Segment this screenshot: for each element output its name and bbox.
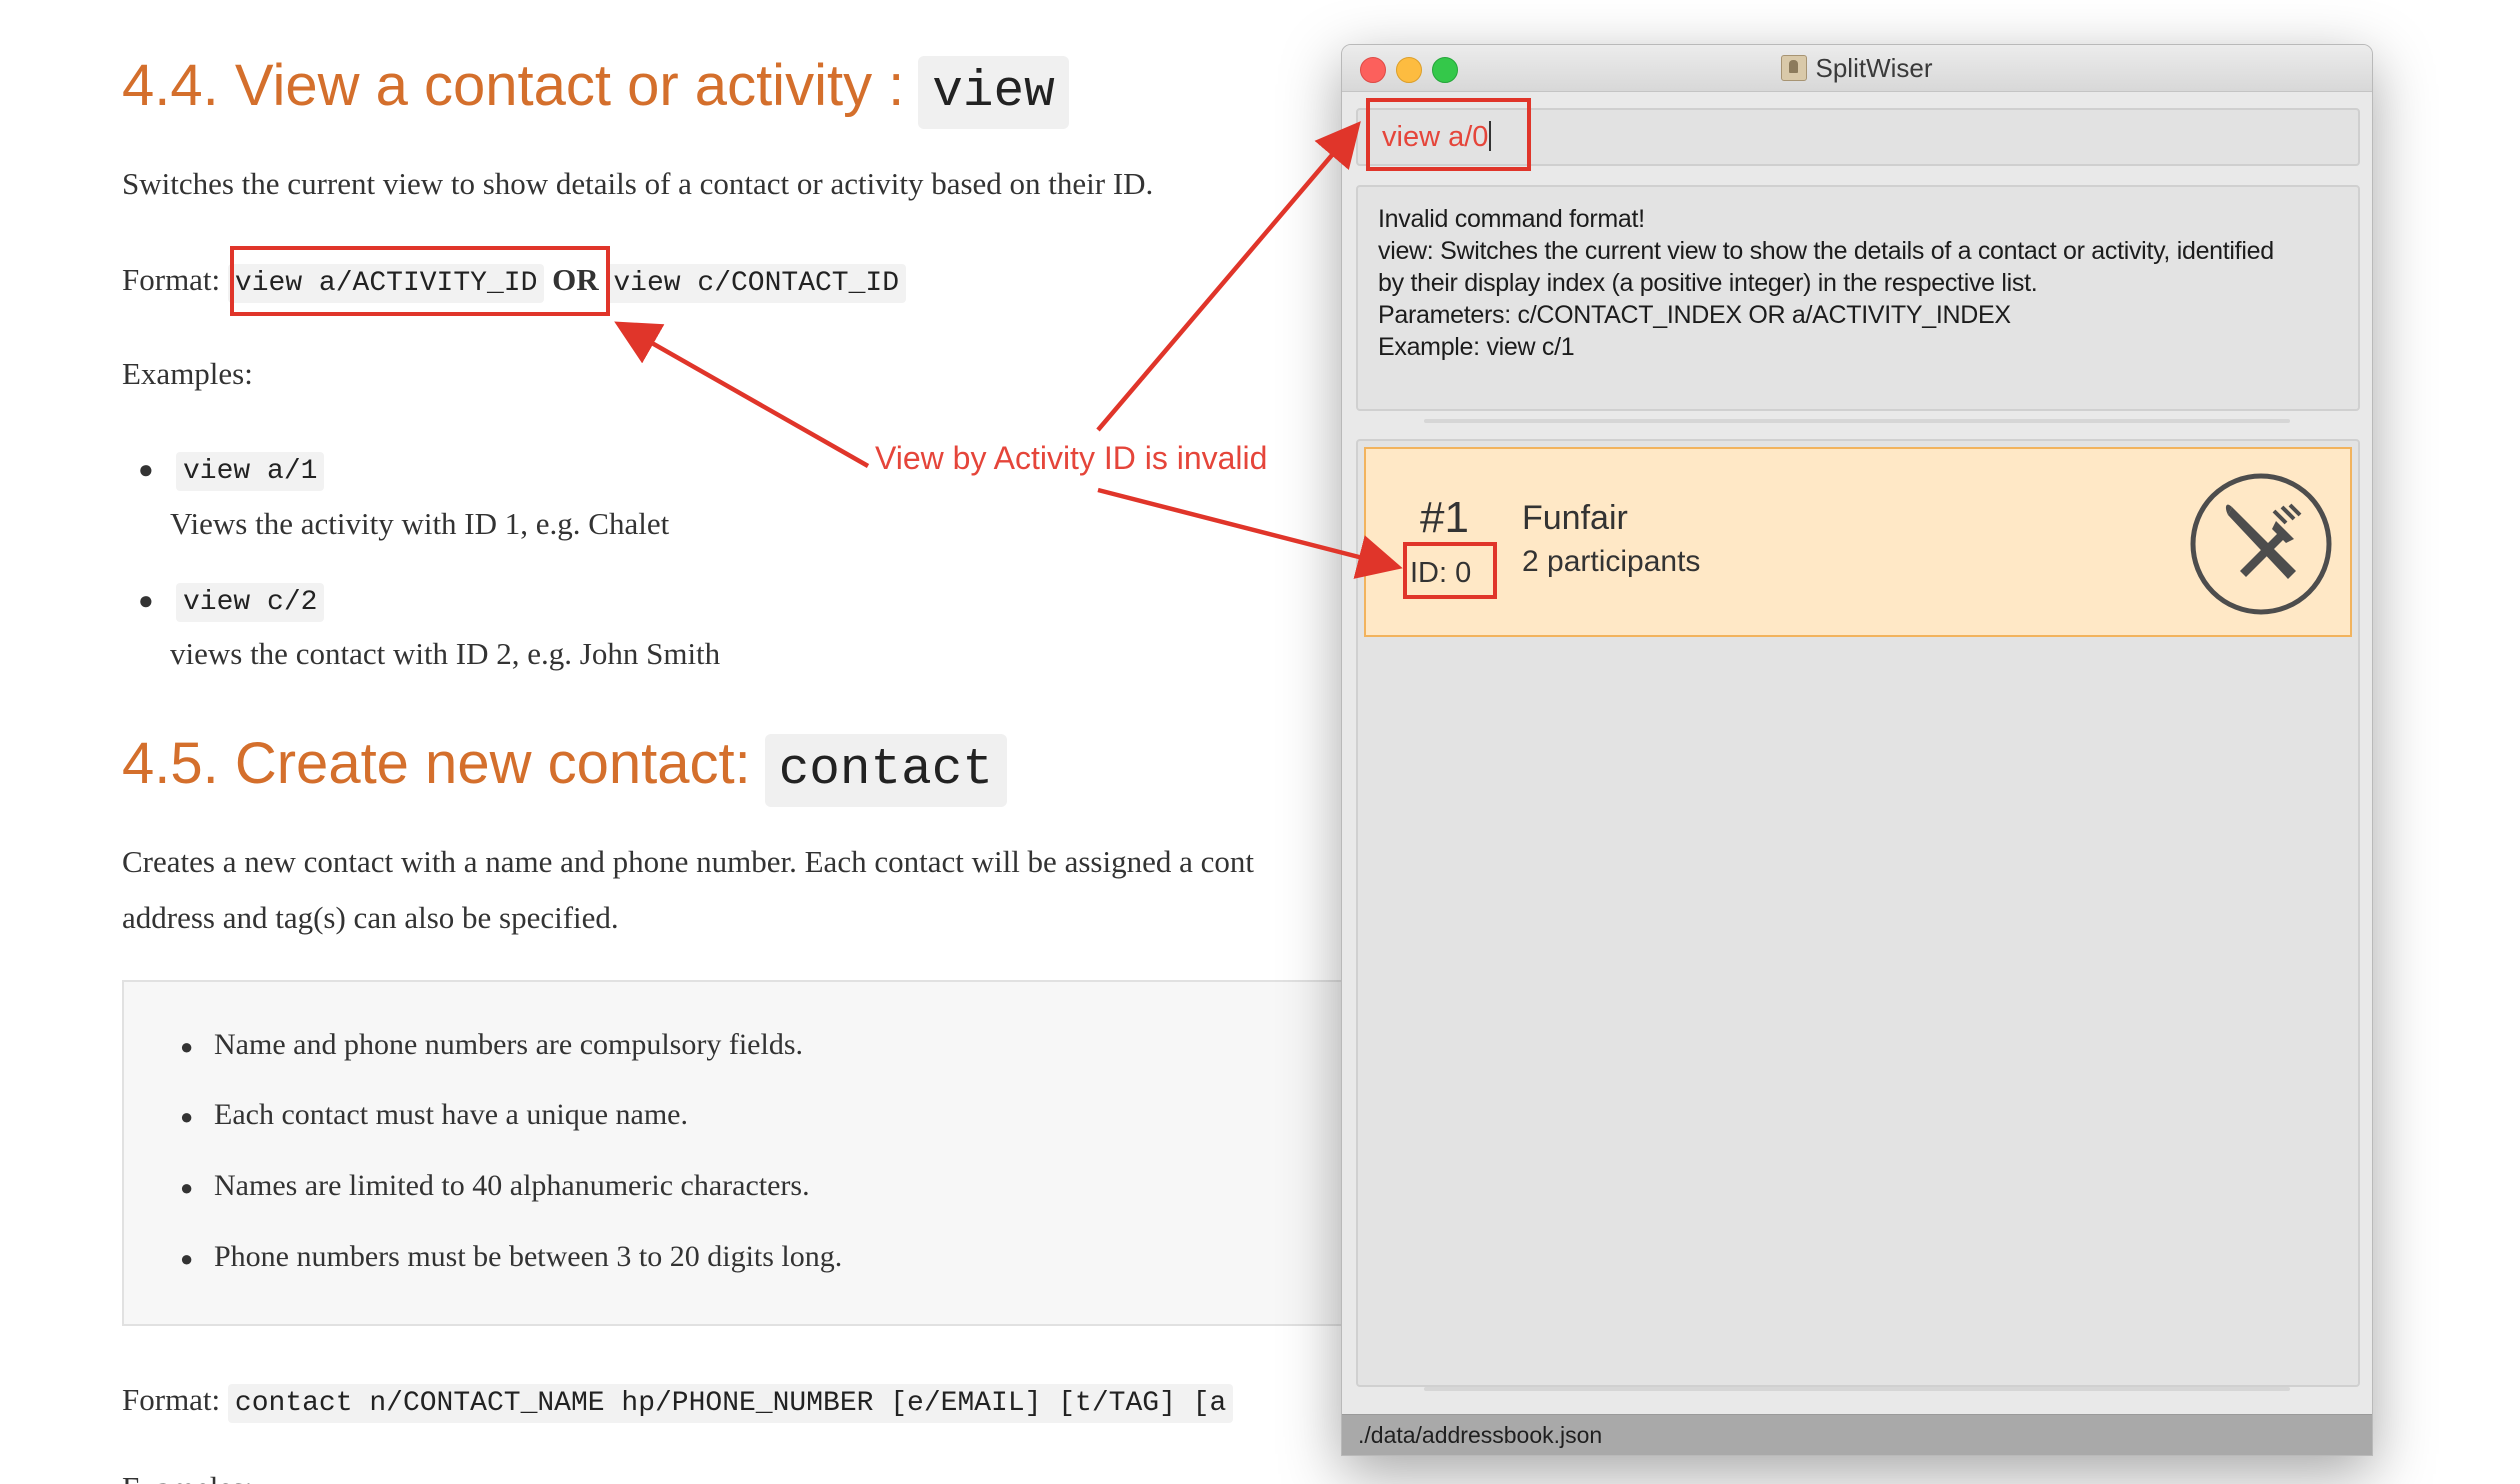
section-4-5-examples-label: Examples: — [122, 1460, 253, 1484]
bottom-divider — [1424, 1387, 2290, 1391]
status-file-path: ./data/addressbook.json — [1358, 1422, 1603, 1448]
highlight-id-box — [1403, 542, 1497, 599]
section-4-5-title: 4.5. Create new contact: — [122, 731, 751, 796]
window-title-wrap: SplitWiser — [1342, 45, 2372, 91]
bullet-dot: ● — [138, 455, 154, 484]
section-4-4-heading: 4.4. View a contact or activity : view — [122, 52, 1069, 129]
result-line: Example: view c/1 — [1378, 333, 1575, 361]
documentation-page: 4.4. View a contact or activity : view Sw… — [0, 0, 1380, 1484]
split-pane-divider[interactable] — [1424, 419, 2290, 423]
splitwiser-window: SplitWiser view a/0 Invalid command form… — [1341, 44, 2373, 1456]
note-item: Phone numbers must be between 3 to 20 di… — [214, 1240, 843, 1273]
result-line: Invalid command format! — [1378, 205, 1645, 233]
section-4-5-format: Format: contact n/CONTACT_NAME hp/PHONE_… — [122, 1372, 1234, 1431]
section-4-4-title: 4.4. View a contact or activity : — [122, 53, 905, 118]
example-2-code: view c/2 — [176, 583, 325, 622]
title-bar[interactable]: SplitWiser — [1342, 45, 2372, 92]
activity-card[interactable]: #1 ID: 0 Funfair 2 participants — [1364, 447, 2352, 637]
result-line: view: Switches the current view to show … — [1378, 237, 2274, 265]
bullet-dot: ● — [180, 1175, 194, 1200]
note-item: Each contact must have a unique name. — [214, 1098, 688, 1131]
example-2-text: views the contact with ID 2, e.g. John S… — [170, 636, 721, 671]
highlight-format-box — [230, 246, 610, 316]
section-4-5-heading: 4.5. Create new contact: contact — [122, 730, 1007, 807]
note-item: Names are limited to 40 alphanumeric cha… — [214, 1169, 810, 1202]
activity-name: Funfair — [1522, 499, 1628, 537]
note-item: Name and phone numbers are compulsory fi… — [214, 1028, 803, 1061]
example-2-code-line: view c/2 — [176, 571, 325, 630]
result-display: Invalid command format! view: Switches t… — [1356, 185, 2360, 411]
bullet-dot: ● — [180, 1104, 194, 1129]
app-icon — [1781, 55, 1808, 81]
example-1-code: view a/1 — [176, 452, 325, 491]
fork-knife-icon — [2190, 473, 2332, 615]
section-4-4-description: Switches the current view to show detail… — [122, 166, 1154, 201]
format-code-contact: view c/CONTACT_ID — [606, 264, 907, 303]
activity-list-panel[interactable]: #1 ID: 0 Funfair 2 participants — [1356, 439, 2360, 1387]
bullet-dot: ● — [180, 1034, 194, 1059]
section-4-5-description-1: Creates a new contact with a name and ph… — [122, 844, 1254, 879]
section-4-4-code: view — [918, 56, 1069, 129]
section-4-5-description-2: address and tag(s) can also be specified… — [122, 900, 619, 935]
bullet-dot: ● — [138, 586, 154, 615]
example-1-code-line: view a/1 — [176, 440, 325, 499]
examples-label: Examples: — [122, 356, 253, 391]
highlight-command-box — [1366, 98, 1531, 171]
activity-participants: 2 participants — [1522, 545, 1701, 578]
section-4-5-code: contact — [764, 734, 1007, 807]
window-title: SplitWiser — [1815, 53, 1933, 83]
annotation-label: View by Activity ID is invalid — [875, 440, 1268, 476]
result-line: Parameters: c/CONTACT_INDEX OR a/ACTIVIT… — [1378, 301, 2011, 329]
note-box: ● Name and phone numbers are compulsory … — [122, 980, 1380, 1326]
activity-index: #1 — [1420, 493, 1469, 542]
bullet-dot: ● — [180, 1246, 194, 1271]
example-1-text: Views the activity with ID 1, e.g. Chale… — [170, 506, 670, 541]
status-bar: ./data/addressbook.json — [1342, 1414, 2372, 1455]
format-label: Format: — [122, 262, 221, 297]
contact-format-code: contact n/CONTACT_NAME hp/PHONE_NUMBER [… — [227, 1384, 1234, 1423]
format-label: Format: — [122, 1382, 221, 1417]
result-line: by their display index (a positive integ… — [1378, 269, 2038, 297]
